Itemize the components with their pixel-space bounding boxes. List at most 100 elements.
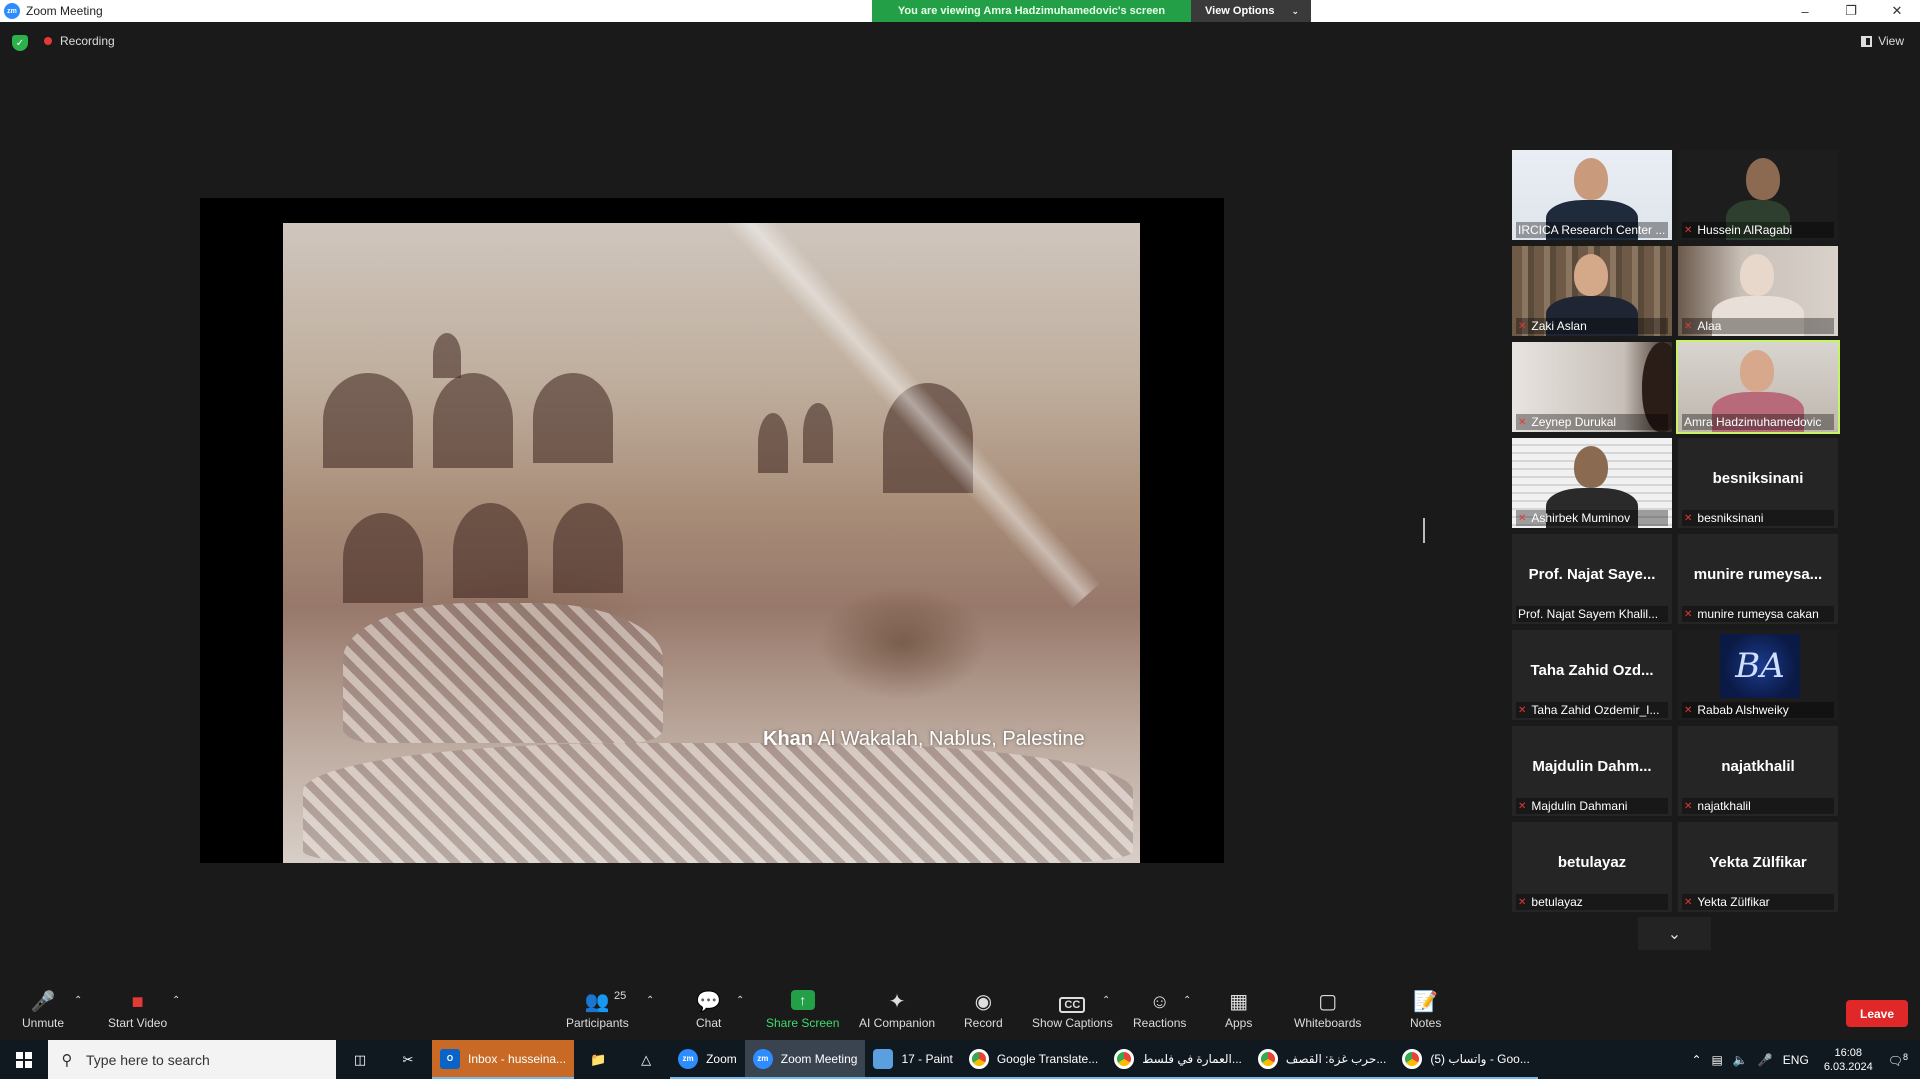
participant-tile[interactable]: Yekta Zülfikar ✕ Yekta Zülfikar: [1678, 822, 1838, 912]
participant-tile[interactable]: ✕ Alaa: [1678, 246, 1838, 336]
language-indicator[interactable]: ENG: [1778, 1053, 1814, 1067]
participant-tile[interactable]: Majdulin Dahm... ✕ Majdulin Dahmani: [1512, 726, 1672, 816]
taskbar-app-button[interactable]: O Inbox - husseina...: [432, 1040, 575, 1079]
zoom-app-icon: zm: [4, 3, 20, 19]
whiteboards-label: Whiteboards: [1294, 1016, 1362, 1030]
taskbar-app-button[interactable]: (5) واتساب - Goo...: [1394, 1040, 1538, 1079]
mic-muted-icon: ✕: [1518, 704, 1527, 716]
view-layout-icon: [1861, 35, 1873, 47]
reactions-button[interactable]: ☺ Reactions: [1133, 990, 1186, 1030]
recording-label: Recording: [60, 34, 115, 48]
participant-tile[interactable]: ✕ Zaki Aslan: [1512, 246, 1672, 336]
apps-button[interactable]: ▦ Apps: [1225, 990, 1252, 1030]
participant-tile[interactable]: Amra Hadzimuhamedovic: [1676, 340, 1840, 434]
participant-tile[interactable]: Prof. Najat Saye... Prof. Najat Sayem Kha…: [1512, 534, 1672, 624]
task-view-icon[interactable]: ◫: [336, 1040, 384, 1079]
windows-taskbar: ⚲ Type here to search ◫ ✂ O Inbox - husse…: [0, 1040, 1920, 1079]
notes-button[interactable]: 📝 Notes: [1410, 990, 1441, 1030]
gallery-next-page-button[interactable]: ⌄: [1638, 917, 1711, 950]
file-explorer-icon[interactable]: 📁: [574, 1040, 622, 1079]
network-icon[interactable]: ▤: [1707, 1053, 1728, 1067]
snipping-tool-icon[interactable]: ✂: [384, 1040, 432, 1079]
participant-tile[interactable]: ✕ Zeynep Durukal: [1512, 342, 1672, 432]
participant-tile[interactable]: BA ✕ Rabab Alshweiky: [1678, 630, 1838, 720]
participant-tile[interactable]: IRCICA Research Center ...: [1512, 150, 1672, 240]
share-screen-button[interactable]: ↑ Share Screen: [766, 990, 839, 1030]
taskbar-app-label: (5) واتساب - Goo...: [1430, 1051, 1530, 1066]
microphone-muted-icon: 🎤: [30, 991, 56, 1013]
participant-tile[interactable]: betulayaz ✕ betulayaz: [1512, 822, 1672, 912]
show-captions-button[interactable]: CC Show Captions: [1032, 990, 1113, 1030]
whiteboard-icon: ▢: [1318, 991, 1338, 1013]
close-icon[interactable]: ✕: [1874, 0, 1920, 22]
view-options-button[interactable]: View Options ⌄: [1191, 0, 1311, 22]
clock[interactable]: 16:08 6.03.2024: [1814, 1046, 1883, 1074]
zoom-icon: zm: [752, 1048, 773, 1069]
chat-label: Chat: [696, 1016, 722, 1030]
mic-muted-icon: ✕: [1684, 896, 1693, 908]
share-screen-icon: ↑: [790, 990, 815, 1010]
participant-tile[interactable]: najatkhalil ✕ najatkhalil: [1678, 726, 1838, 816]
taskbar-app-button[interactable]: zm Zoom Meeting: [744, 1040, 866, 1079]
caption-rest: Al Wakalah, Nablus, Palestine: [813, 728, 1085, 750]
taskbar-search-input[interactable]: ⚲ Type here to search: [48, 1040, 336, 1079]
taskbar-app-button[interactable]: 17 - Paint: [865, 1040, 961, 1079]
notifications-icon[interactable]: 🗨8: [1883, 1052, 1920, 1068]
participant-tile[interactable]: ✕ Hussein AlRagabi: [1678, 150, 1838, 240]
tray-overflow-icon[interactable]: ⌃: [1686, 1053, 1706, 1067]
volume-icon[interactable]: 🔈: [1728, 1053, 1753, 1067]
mic-muted-icon: ✕: [1684, 224, 1693, 236]
share-screen-label: Share Screen: [766, 1016, 840, 1030]
participant-name: Zaki Aslan: [1531, 319, 1587, 333]
windows-start-icon[interactable]: [0, 1040, 48, 1079]
taskbar-app-button[interactable]: zm Zoom: [670, 1040, 745, 1079]
taskbar-app-button[interactable]: Google Translate...: [960, 1040, 1107, 1079]
restore-icon[interactable]: ❐: [1828, 0, 1874, 22]
acrobat-icon[interactable]: △: [622, 1040, 670, 1079]
record-button[interactable]: ◉ Record: [964, 990, 1003, 1030]
minimize-icon[interactable]: –: [1782, 0, 1828, 22]
participant-name-bar: ✕ Hussein AlRagabi: [1682, 222, 1834, 238]
video-options-caret[interactable]: ⌃: [172, 995, 180, 1006]
participant-name-bar: IRCICA Research Center ...: [1516, 222, 1668, 238]
share-banner: You are viewing Amra Hadzimuhamedovic's …: [872, 0, 1311, 22]
taskbar-apps: O Inbox - husseina... 📁 △ zm Zoom zm Zoom Meeti…: [432, 1040, 1538, 1079]
shared-screen[interactable]: Khan Al Wakalah, Nablus, Palestine: [200, 198, 1224, 863]
participant-tile[interactable]: besniksinani ✕ besniksinani: [1678, 438, 1838, 528]
ai-companion-button[interactable]: ✦ AI Companion: [859, 990, 935, 1030]
start-video-button[interactable]: ■ Start Video: [108, 990, 167, 1030]
taskbar-app-button[interactable]: حرب غزة: القصف...: [1249, 1040, 1395, 1079]
audio-options-caret[interactable]: ⌃: [74, 995, 82, 1006]
chevron-down-icon: ⌄: [1667, 925, 1682, 943]
chat-options-caret[interactable]: ⌃: [736, 995, 744, 1006]
participant-name-bar: ✕ Majdulin Dahmani: [1516, 798, 1668, 814]
unmute-button[interactable]: 🎤 Unmute: [22, 990, 64, 1030]
reactions-options-caret[interactable]: ⌃: [1183, 995, 1191, 1006]
clock-time: 16:08: [1834, 1046, 1863, 1059]
captions-options-caret[interactable]: ⌃: [1102, 995, 1110, 1006]
participant-display-name: Majdulin Dahm...: [1532, 758, 1652, 775]
participant-tile[interactable]: ✕ Ashirbek Muminov: [1512, 438, 1672, 528]
taskbar-app-label: حرب غزة: القصف...: [1285, 1051, 1387, 1066]
slide-photo: Khan Al Wakalah, Nablus, Palestine: [283, 223, 1140, 863]
start-video-label: Start Video: [108, 1016, 168, 1030]
whiteboards-button[interactable]: ▢ Whiteboards: [1294, 990, 1361, 1030]
taskbar-app-button[interactable]: العمارة في فلسط...: [1106, 1040, 1250, 1079]
participant-tile[interactable]: Taha Zahid Ozd... ✕ Taha Zahid Ozdemir_I..…: [1512, 630, 1672, 720]
notes-label: Notes: [1410, 1016, 1442, 1030]
taskbar-app-label: 17 - Paint: [901, 1051, 953, 1066]
panel-splitter[interactable]: [1423, 518, 1425, 543]
leave-button[interactable]: Leave: [1846, 1000, 1908, 1027]
participant-display-name: Taha Zahid Ozd...: [1530, 662, 1654, 679]
participants-options-caret[interactable]: ⌃: [646, 995, 654, 1006]
mic-tray-icon[interactable]: 🎤: [1753, 1053, 1778, 1067]
participant-tile[interactable]: munire rumeysa... ✕ munire rumeysa cakan: [1678, 534, 1838, 624]
security-shield-icon[interactable]: ✓: [12, 35, 28, 51]
mic-muted-icon: ✕: [1518, 320, 1527, 332]
participant-display-name: Prof. Najat Saye...: [1528, 566, 1656, 583]
view-button[interactable]: View: [1861, 34, 1904, 48]
recording-indicator[interactable]: Recording: [44, 34, 115, 48]
chat-button[interactable]: 💬 Chat: [696, 990, 721, 1030]
show-captions-label: Show Captions: [1032, 1016, 1113, 1030]
person-head: [1574, 158, 1608, 200]
